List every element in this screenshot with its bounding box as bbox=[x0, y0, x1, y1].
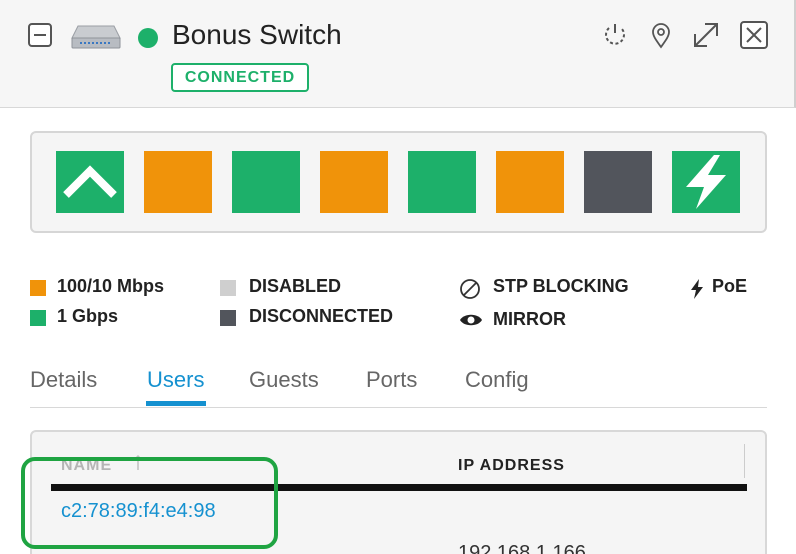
port-1-uplink[interactable] bbox=[56, 151, 124, 213]
expand-icon[interactable] bbox=[691, 20, 721, 50]
column-header-ip[interactable]: IP ADDRESS bbox=[458, 457, 565, 475]
legend-swatch-disconnected bbox=[220, 310, 236, 326]
user-ip-cell: 192.168.1.166 bbox=[458, 542, 586, 554]
port-8-poe[interactable] bbox=[672, 151, 740, 213]
active-tab-indicator bbox=[146, 401, 206, 406]
port-5[interactable] bbox=[408, 151, 476, 213]
tabs-divider bbox=[30, 407, 767, 408]
tab-config[interactable]: Config bbox=[465, 367, 529, 393]
highlight-annotation bbox=[21, 457, 278, 549]
tab-details[interactable]: Details bbox=[30, 367, 97, 393]
legend-label-disabled: DISABLED bbox=[249, 276, 342, 296]
close-icon[interactable] bbox=[739, 20, 769, 50]
mirror-eye-icon bbox=[460, 314, 482, 326]
tab-guests[interactable]: Guests bbox=[249, 367, 319, 393]
port-3[interactable] bbox=[232, 151, 300, 213]
legend-label-mirror: MIRROR bbox=[493, 309, 566, 329]
port-7[interactable] bbox=[584, 151, 652, 213]
locate-pin-icon[interactable] bbox=[646, 20, 676, 50]
stp-blocking-icon bbox=[460, 279, 480, 299]
legend-swatch-100 bbox=[30, 280, 46, 296]
port-4[interactable] bbox=[320, 151, 388, 213]
legend-label-1g: 1 Gbps bbox=[57, 306, 119, 326]
power-restart-icon[interactable] bbox=[600, 20, 630, 50]
legend-label-100: 100/10 Mbps bbox=[57, 276, 165, 296]
status-badge: CONNECTED bbox=[171, 63, 309, 92]
tab-ports[interactable]: Ports bbox=[366, 367, 417, 393]
poe-bolt-icon bbox=[691, 279, 703, 299]
device-name: Bonus Switch bbox=[172, 19, 342, 50]
ports-panel bbox=[30, 131, 767, 233]
collapse-icon[interactable] bbox=[28, 23, 52, 47]
port-2[interactable] bbox=[144, 151, 212, 213]
legend-swatch-disabled bbox=[220, 280, 236, 296]
legend-label-disconnected: DISCONNECTED bbox=[249, 306, 394, 326]
legend-label-stp: STP BLOCKING bbox=[493, 276, 629, 296]
column-resize-handle[interactable] bbox=[744, 444, 745, 478]
port-6[interactable] bbox=[496, 151, 564, 213]
switch-device-icon bbox=[71, 25, 121, 49]
device-header: Bonus Switch CONNECTED bbox=[0, 0, 796, 108]
legend-swatch-1g bbox=[30, 310, 46, 326]
legend-label-poe: PoE bbox=[712, 276, 748, 296]
tab-users[interactable]: Users bbox=[147, 367, 204, 393]
status-dot bbox=[138, 28, 158, 48]
